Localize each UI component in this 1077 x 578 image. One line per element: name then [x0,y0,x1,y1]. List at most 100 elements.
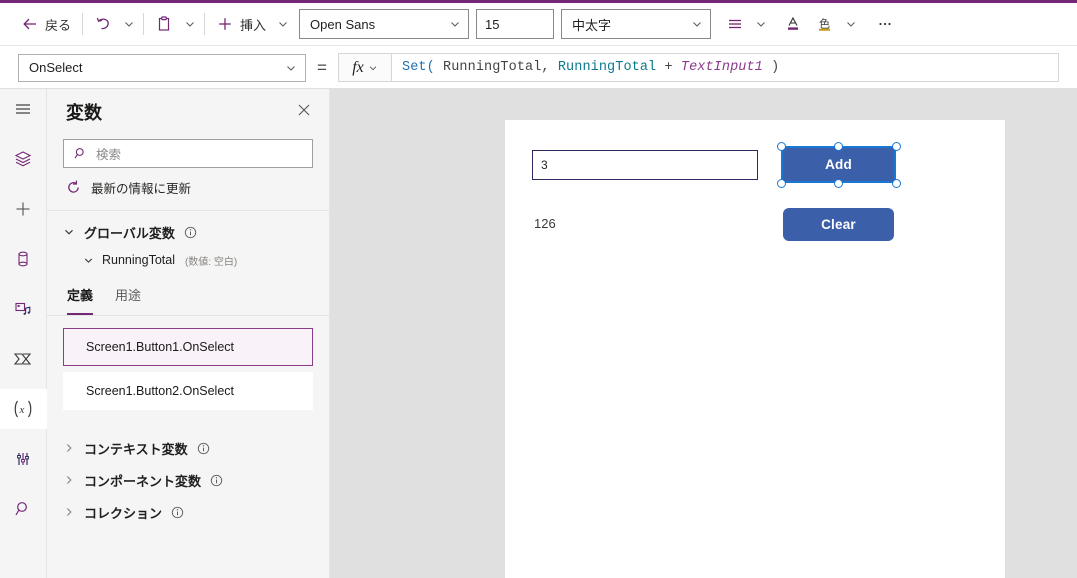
component-variables-group[interactable]: コンポーネント変数 [47,464,329,496]
canvas-workspace: 3 126 Add Clear [330,89,1077,578]
left-rail: x [0,89,47,578]
text-align-button[interactable] [719,8,751,40]
rail-item-power-automate[interactable] [0,339,47,379]
fx-button[interactable]: fx [338,53,392,82]
chevron-right-icon [63,506,75,518]
definition-item-button2[interactable]: Screen1.Button2.OnSelect [63,372,313,410]
rail-item-advanced-tools[interactable] [0,439,47,479]
formula-token-ctl: TextInput1 [680,60,763,75]
search-input[interactable]: 検索 [63,139,313,168]
back-button[interactable]: 戻る [14,8,78,40]
resize-handle-bottom-center[interactable] [834,178,843,188]
resize-handle-top-right[interactable] [891,141,901,151]
plus-icon [216,15,234,33]
chevron-right-icon [63,474,75,486]
variables-x-icon: x [10,398,36,420]
text-input-control[interactable]: 3 [532,150,758,180]
rail-item-menu[interactable] [0,89,47,129]
rail-item-media[interactable] [0,289,47,329]
formula-token-txt: + [656,60,681,75]
paste-button[interactable] [148,8,180,40]
font-color-a-icon [784,15,802,33]
chevron-down-icon [449,18,461,30]
refresh-button[interactable]: 最新の情報に更新 [65,178,329,197]
panel-header: 変数 [47,89,329,135]
font-size-input[interactable]: 15 [476,9,555,39]
context-variables-group[interactable]: コンテキスト変数 [47,432,329,464]
rail-item-data[interactable] [0,239,47,279]
paste-dropdown-button[interactable] [180,8,200,40]
fx-label: fx [352,58,364,76]
data-cylinder-icon [13,249,33,269]
chevron-down-icon [285,62,297,74]
fill-color-dropdown-button[interactable] [841,8,861,40]
rail-item-variables[interactable]: x [0,389,47,429]
variable-item-runningtotal[interactable]: RunningTotal (数値: 空白) [47,247,329,273]
toolbar-divider [82,13,84,35]
search-icon [73,146,88,161]
resize-handle-top-left[interactable] [776,141,786,151]
insert-plus-icon [13,199,33,219]
global-variables-label: グローバル変数 [84,225,175,241]
more-options-button[interactable] [869,8,901,40]
insert-button[interactable]: 挿入 [209,8,273,40]
formula-token-var: RunningTotal [557,60,657,75]
font-family-select[interactable]: Open Sans [299,9,470,39]
clear-button[interactable]: Clear [783,208,894,241]
resize-handle-top-center[interactable] [834,141,843,151]
fill-color-icon: 色 [816,15,834,33]
other-variable-groups: コンテキスト変数 コンポーネント変数 コレクション [47,432,329,528]
text-input-value: 3 [541,158,548,172]
tab-definition[interactable]: 定義 [67,285,94,315]
rail-item-search[interactable] [0,489,47,529]
insert-dropdown-button[interactable] [273,8,293,40]
chevron-right-icon [63,442,75,454]
text-align-dropdown-button[interactable] [751,8,771,40]
info-icon[interactable] [184,226,197,239]
tab-usage[interactable]: 用途 [115,285,141,315]
panel-divider [47,210,329,211]
rail-item-insert[interactable] [0,189,47,229]
undo-icon [94,15,112,33]
component-variables-label: コンポーネント変数 [84,473,202,489]
toolbar-divider [143,13,145,35]
advanced-tools-icon [13,449,33,469]
command-toolbar: 戻る 挿入 Open Sans 15 中太字 色 [0,3,1077,46]
font-size-value: 15 [485,16,500,32]
context-variables-label: コンテキスト変数 [84,441,188,457]
resize-handle-bottom-right[interactable] [891,178,901,188]
svg-text:x: x [19,404,25,416]
font-weight-value: 中太字 [572,17,612,33]
align-lines-icon [726,15,744,33]
chevron-down-icon [755,18,767,30]
font-weight-select[interactable]: 中太字 [561,9,712,39]
formula-token-txt: RunningTotal, [434,60,558,75]
fill-color-button[interactable]: 色 [809,8,841,40]
property-value: OnSelect [29,60,83,75]
resize-handle-bottom-left[interactable] [776,178,786,188]
collections-group[interactable]: コレクション [47,496,329,528]
undo-button[interactable] [87,8,119,40]
formula-input[interactable]: Set( RunningTotal, RunningTotal + TextIn… [392,53,1059,82]
info-icon[interactable] [210,474,223,487]
info-icon[interactable] [197,442,210,455]
hamburger-menu-icon [13,99,33,119]
property-select[interactable]: OnSelect [18,53,306,82]
formula-text: Set( RunningTotal, RunningTotal + TextIn… [402,60,779,75]
search-icon [13,499,33,519]
global-variables-group[interactable]: グローバル変数 [47,217,329,247]
search-placeholder: 検索 [96,148,122,162]
chevron-down-icon [184,18,196,30]
undo-dropdown-button[interactable] [119,8,139,40]
svg-text:色: 色 [819,17,830,31]
font-color-button[interactable] [777,8,809,40]
chevron-down-icon [123,18,135,30]
rail-item-tree-view[interactable] [0,139,47,179]
add-button[interactable]: Add [783,148,894,181]
info-icon[interactable] [171,506,184,519]
collections-label: コレクション [84,505,163,521]
app-screen[interactable]: 3 126 Add Clear [505,120,1005,578]
result-label[interactable]: 126 [534,216,556,231]
definition-item-button1[interactable]: Screen1.Button1.OnSelect [63,328,313,366]
close-icon[interactable] [292,98,316,127]
